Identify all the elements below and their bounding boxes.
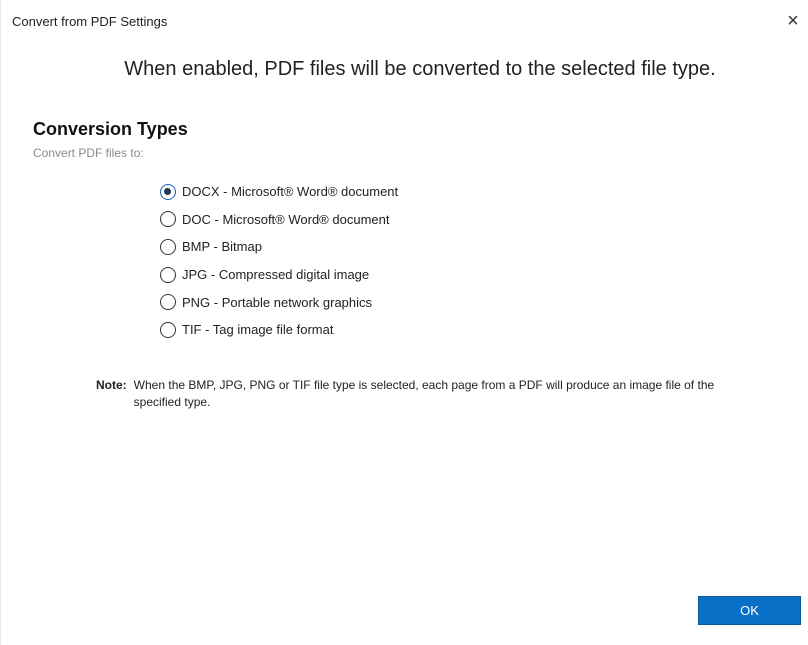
radio-label: PNG - Portable network graphics: [182, 294, 373, 310]
radio-label: DOC - Microsoft® Word® document: [182, 211, 390, 227]
radio-label: JPG - Compressed digital image: [182, 267, 370, 283]
radio-option-bmp[interactable]: BMP - Bitmap: [160, 233, 398, 261]
dialog-title: Convert from PDF Settings: [12, 14, 168, 29]
close-icon[interactable]: ×: [781, 9, 805, 33]
radio-label: BMP - Bitmap: [182, 239, 262, 255]
radio-button-icon[interactable]: [160, 321, 176, 338]
title-bar: Convert from PDF Settings ×: [1, 0, 808, 40]
header-message: When enabled, PDF files will be converte…: [124, 58, 716, 80]
radio-label: DOCX - Microsoft® Word® document: [182, 184, 399, 200]
radio-button-icon[interactable]: [160, 211, 176, 228]
radio-button-icon[interactable]: [160, 238, 176, 255]
radio-option-doc[interactable]: DOC - Microsoft® Word® document: [160, 206, 398, 234]
note: Note: When the BMP, JPG, PNG or TIF file…: [96, 377, 716, 411]
note-text: When the BMP, JPG, PNG or TIF file type …: [133, 378, 715, 409]
radio-option-png[interactable]: PNG - Portable network graphics: [160, 288, 398, 316]
radio-option-jpg[interactable]: JPG - Compressed digital image: [160, 261, 398, 289]
radio-button-icon[interactable]: [160, 183, 176, 200]
radio-button-icon[interactable]: [160, 266, 176, 283]
conversion-types-heading: Conversion Types: [33, 119, 188, 139]
note-label: Note:: [96, 378, 127, 392]
conversion-type-radio-group: DOCX - Microsoft® Word® document DOC - M…: [160, 178, 398, 344]
radio-option-tif[interactable]: TIF - Tag image file format: [160, 316, 398, 344]
radio-label: TIF - Tag image file format: [182, 322, 334, 338]
radio-option-docx[interactable]: DOCX - Microsoft® Word® document: [160, 178, 398, 206]
radio-button-icon[interactable]: [160, 294, 176, 311]
conversion-types-subheading: Convert PDF files to:: [33, 146, 144, 160]
ok-button[interactable]: OK: [698, 596, 801, 625]
convert-from-pdf-dialog: Convert from PDF Settings × When enabled…: [0, 0, 808, 645]
